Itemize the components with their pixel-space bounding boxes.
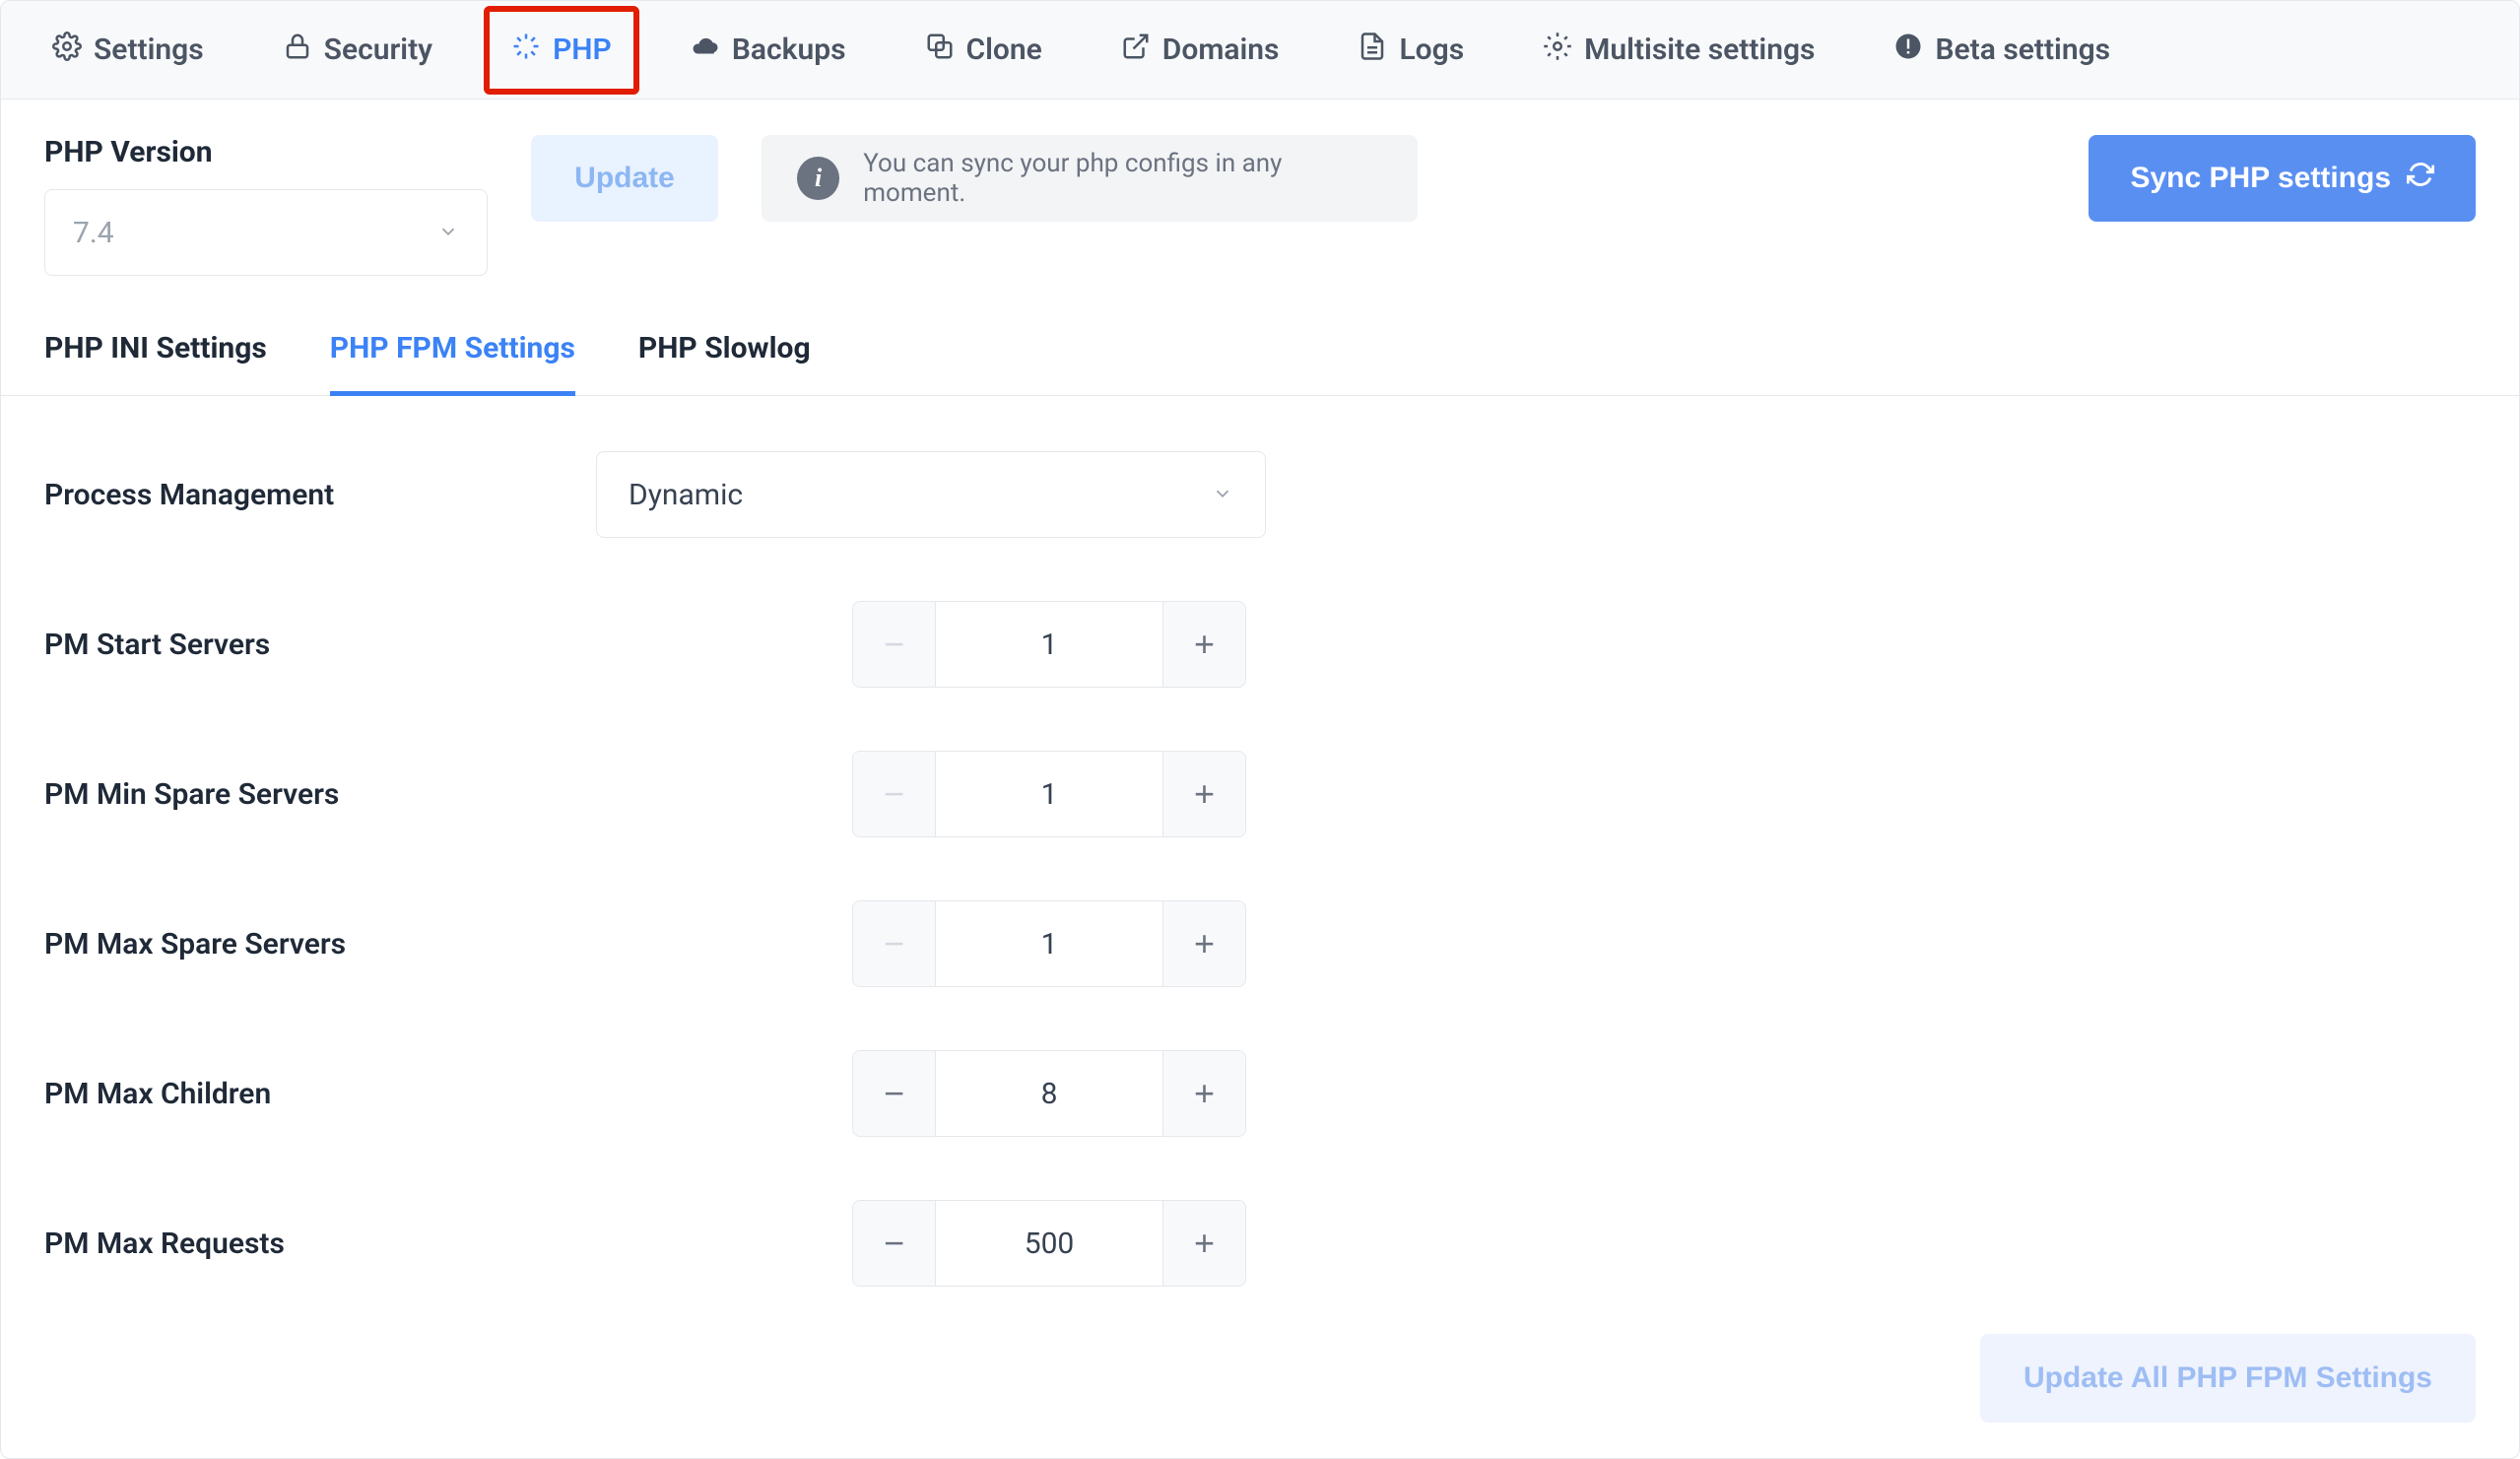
decrement-button[interactable]: −	[853, 602, 936, 687]
info-banner-text: You can sync your php configs in any mom…	[863, 149, 1381, 208]
pm-max-children-value[interactable]: 8	[936, 1051, 1162, 1136]
external-link-icon	[1121, 32, 1151, 69]
increment-button[interactable]: +	[1162, 1201, 1245, 1286]
tab-label: Backups	[732, 33, 846, 67]
pm-max-spare-servers-stepper: − 1 +	[852, 900, 1246, 987]
subtabs: PHP INI Settings PHP FPM Settings PHP Sl…	[1, 311, 2519, 396]
tab-clone[interactable]: Clone	[897, 6, 1070, 95]
tab-domains[interactable]: Domains	[1094, 6, 1307, 95]
copy-icon	[925, 32, 955, 69]
tab-label: Security	[324, 33, 432, 67]
decrement-button[interactable]: −	[853, 752, 936, 836]
pm-max-requests-value[interactable]: 500	[936, 1201, 1162, 1286]
pm-max-requests-stepper: − 500 +	[852, 1200, 1246, 1287]
tab-multisite[interactable]: Multisite settings	[1515, 6, 1842, 95]
refresh-icon	[2407, 161, 2434, 196]
php-version-select[interactable]: 7.4	[44, 189, 488, 276]
tab-php[interactable]: PHP	[484, 6, 639, 95]
gear-icon	[52, 32, 82, 69]
increment-button[interactable]: +	[1162, 752, 1245, 836]
info-icon: i	[797, 157, 839, 200]
info-banner: i You can sync your php configs in any m…	[762, 135, 1418, 222]
gear-icon	[1543, 32, 1572, 69]
pm-max-children-stepper: − 8 +	[852, 1050, 1246, 1137]
cloud-upload-icon	[691, 32, 720, 69]
subtab-php-slowlog[interactable]: PHP Slowlog	[638, 319, 811, 395]
increment-button[interactable]: +	[1162, 1051, 1245, 1136]
tab-logs[interactable]: Logs	[1330, 6, 1492, 95]
tab-beta[interactable]: Beta settings	[1866, 6, 2138, 95]
pm-start-servers-stepper: − 1 +	[852, 601, 1246, 688]
pm-min-spare-servers-stepper: − 1 +	[852, 751, 1246, 837]
spinner-icon	[511, 32, 541, 69]
pm-max-spare-servers-label: PM Max Spare Servers	[44, 927, 557, 962]
tab-label: Logs	[1399, 33, 1464, 67]
process-management-label: Process Management	[44, 478, 557, 512]
process-management-select[interactable]: Dynamic	[596, 451, 1266, 538]
update-button[interactable]: Update	[531, 135, 718, 222]
tab-label: Beta settings	[1935, 33, 2110, 67]
sync-button-label: Sync PHP settings	[2130, 162, 2391, 195]
tab-label: Domains	[1162, 33, 1280, 67]
fpm-form: Process Management Dynamic PM Start Serv…	[1, 396, 2519, 1389]
pm-max-spare-servers-value[interactable]: 1	[936, 901, 1162, 986]
pm-start-servers-label: PM Start Servers	[44, 628, 557, 662]
subtab-php-ini[interactable]: PHP INI Settings	[44, 319, 267, 395]
pm-max-children-label: PM Max Children	[44, 1077, 557, 1111]
increment-button[interactable]: +	[1162, 602, 1245, 687]
pm-min-spare-servers-label: PM Min Spare Servers	[44, 777, 557, 812]
php-version-value: 7.4	[73, 216, 114, 250]
tab-label: Clone	[966, 33, 1042, 67]
tab-backups[interactable]: Backups	[663, 6, 874, 95]
tab-label: Multisite settings	[1584, 33, 1815, 67]
decrement-button[interactable]: −	[853, 1051, 936, 1136]
pm-start-servers-value[interactable]: 1	[936, 602, 1162, 687]
php-version-label: PHP Version	[44, 135, 488, 169]
tab-label: Settings	[94, 33, 204, 67]
decrement-button[interactable]: −	[853, 901, 936, 986]
decrement-button[interactable]: −	[853, 1201, 936, 1286]
chevron-down-icon	[1212, 478, 1233, 512]
increment-button[interactable]: +	[1162, 901, 1245, 986]
lock-icon	[283, 32, 312, 69]
chevron-down-icon	[437, 216, 459, 250]
tab-label: PHP	[553, 33, 612, 67]
subtab-php-fpm[interactable]: PHP FPM Settings	[330, 319, 575, 396]
pm-min-spare-servers-value[interactable]: 1	[936, 752, 1162, 836]
top-tabbar: Settings Security PHP Backups Clone	[1, 1, 2519, 99]
update-all-fpm-button[interactable]: Update All PHP FPM Settings	[1980, 1334, 2476, 1423]
sync-php-settings-button[interactable]: Sync PHP settings	[2089, 135, 2476, 222]
process-management-value: Dynamic	[629, 478, 743, 512]
alert-circle-icon	[1893, 32, 1923, 69]
tab-security[interactable]: Security	[255, 6, 460, 95]
file-text-icon	[1358, 32, 1387, 69]
tab-settings[interactable]: Settings	[25, 6, 232, 95]
pm-max-requests-label: PM Max Requests	[44, 1227, 557, 1261]
